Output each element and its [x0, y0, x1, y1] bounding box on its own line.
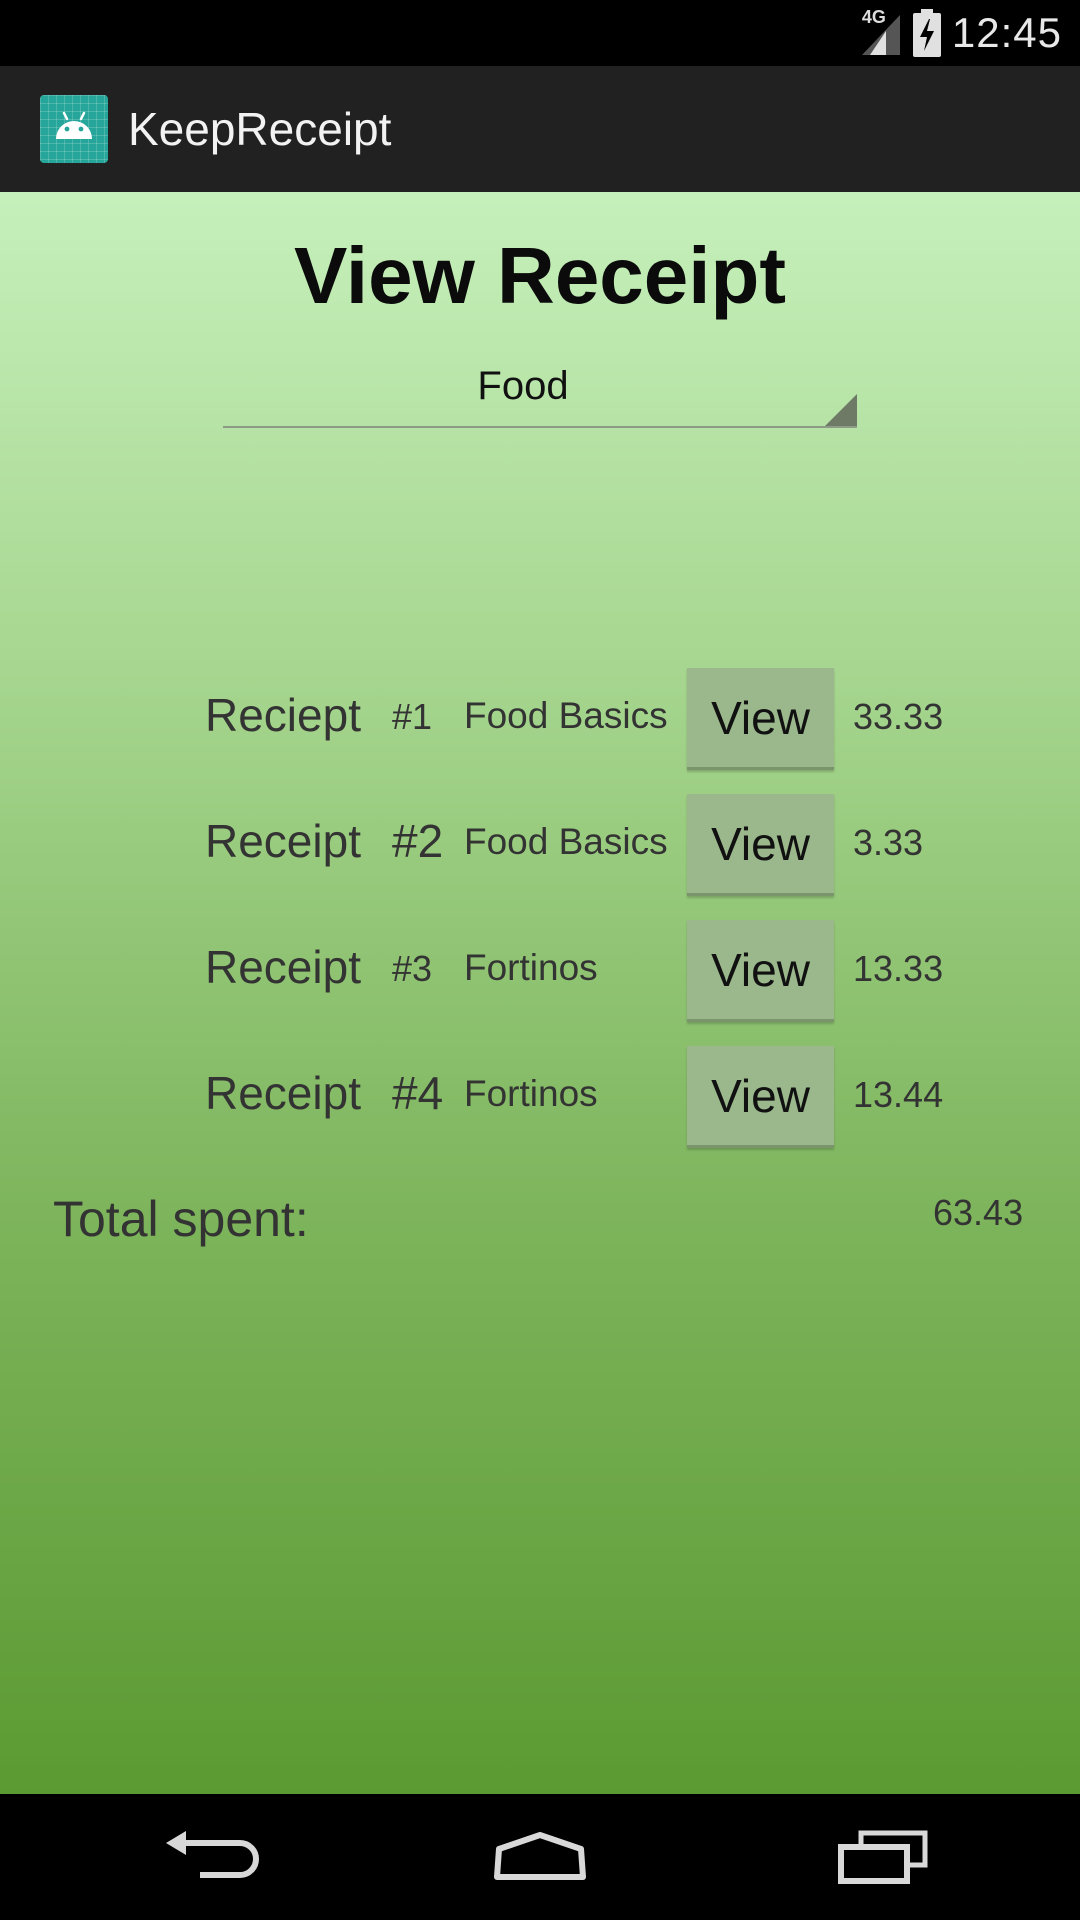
signal-icon: 4G — [860, 7, 902, 57]
receipt-label: Receipt — [205, 941, 361, 993]
receipt-label: Reciept — [205, 689, 361, 741]
view-receipt-button[interactable]: View — [687, 1046, 834, 1148]
receipt-row: Receipt #2 Food Basics View 3.33 — [0, 794, 1080, 898]
dropdown-triangle-icon — [825, 394, 857, 426]
screen: 4G 12:45 KeepReceipt View Receipt Food R… — [0, 0, 1080, 1920]
navigation-bar — [0, 1794, 1080, 1920]
receipt-row: Receipt #3 Fortinos View 13.33 — [0, 920, 1080, 1024]
receipt-store: Fortinos — [464, 947, 598, 988]
receipt-label: Receipt — [205, 1067, 361, 1119]
receipt-amount: 33.33 — [853, 696, 944, 737]
receipt-amount: 3.33 — [853, 822, 924, 863]
action-bar: KeepReceipt — [0, 66, 1080, 194]
receipt-row: Receipt #4 Fortinos View 13.44 — [0, 1046, 1080, 1150]
home-icon[interactable] — [465, 1822, 615, 1892]
total-spent-label: Total spent: — [53, 1191, 309, 1247]
status-time: 12:45 — [951, 9, 1062, 56]
total-spent-value: 63.43 — [933, 1192, 1024, 1233]
status-bar: 4G 12:45 — [0, 0, 1080, 66]
receipt-label: Receipt — [205, 815, 361, 867]
recents-icon[interactable] — [808, 1822, 958, 1892]
receipt-number: #2 — [392, 815, 444, 867]
receipt-store: Fortinos — [464, 1073, 598, 1114]
receipt-amount: 13.44 — [853, 1074, 944, 1115]
app-title: KeepReceipt — [128, 103, 392, 155]
receipt-number: #4 — [392, 1067, 444, 1119]
receipt-number: #3 — [392, 948, 433, 989]
page-title: View Receipt — [293, 231, 787, 320]
back-icon[interactable] — [135, 1822, 285, 1892]
receipt-row: Reciept #1 Food Basics View 33.33 — [0, 668, 1080, 772]
receipt-store: Food Basics — [464, 695, 668, 736]
view-receipt-button[interactable]: View — [687, 794, 834, 896]
receipt-number: #1 — [392, 696, 433, 737]
receipt-amount: 13.33 — [853, 948, 944, 989]
spinner-selected-value: Food — [477, 364, 569, 408]
receipt-store: Food Basics — [464, 821, 668, 862]
category-spinner[interactable]: Food — [223, 364, 857, 428]
view-receipt-button[interactable]: View — [687, 668, 834, 770]
main-content: View Receipt Food Reciept #1 Food Basics… — [0, 192, 1080, 1794]
battery-charging-icon — [912, 8, 942, 58]
status-icons: 4G 12:45 — [860, 0, 1062, 66]
android-app-icon[interactable] — [40, 95, 108, 163]
view-receipt-button[interactable]: View — [687, 920, 834, 1022]
